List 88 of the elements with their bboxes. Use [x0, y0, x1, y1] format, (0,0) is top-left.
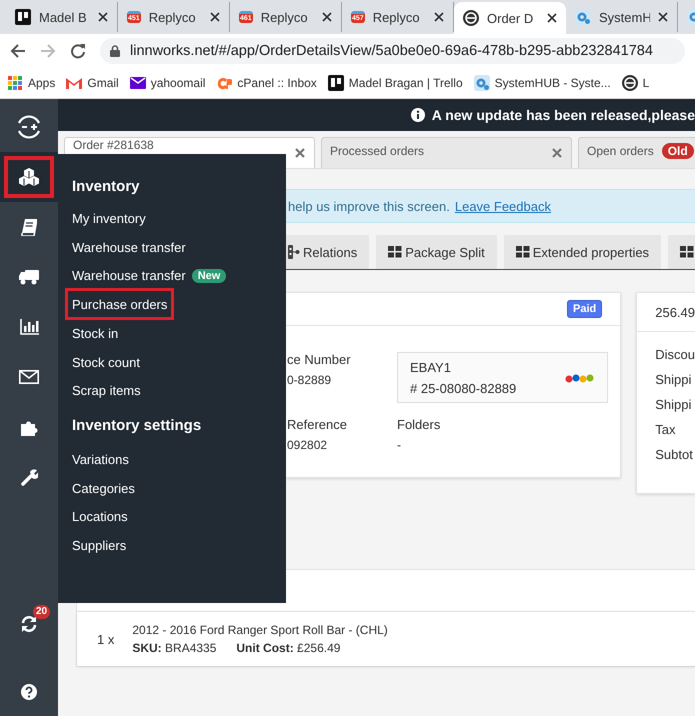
rail-button[interactable]: [0, 152, 58, 202]
field-label: Folders: [397, 417, 442, 432]
update-notice: A new update has been released,please: [432, 107, 695, 123]
grid-icon: [388, 246, 402, 258]
field-label: Reference: [287, 417, 348, 432]
menu-item[interactable]: My inventory: [68, 204, 150, 233]
item-sku: SKU: BRA4335: [132, 641, 216, 655]
grid-icon: [680, 246, 694, 258]
feedback-link[interactable]: Leave Feedback: [454, 198, 551, 214]
info-icon: [410, 108, 425, 122]
envelope-icon[interactable]: [19, 370, 39, 384]
menu-item[interactable]: Suppliers: [68, 531, 130, 560]
menu-heading: Inventory: [72, 177, 140, 197]
menu-item[interactable]: Variations: [68, 445, 133, 474]
puzzle-icon[interactable]: [20, 418, 38, 436]
logo-icon[interactable]: [16, 114, 42, 140]
close-icon[interactable]: [434, 12, 444, 22]
book-icon[interactable]: [21, 218, 37, 236]
total-row-label: Shippi: [655, 397, 692, 412]
wrench-icon[interactable]: [20, 468, 38, 486]
gear-icon: [575, 9, 591, 25]
cubes-icon[interactable]: [18, 168, 40, 186]
menu-item[interactable]: Locations: [68, 502, 132, 532]
new-badge: New: [192, 268, 226, 283]
field-value: 092802: [287, 438, 328, 452]
relations-icon: [288, 245, 300, 259]
lock-icon: [110, 45, 120, 57]
close-icon[interactable]: [658, 12, 668, 22]
field-label: ce Number: [287, 352, 352, 367]
paid-badge: Paid: [567, 300, 602, 318]
bookmark[interactable]: yahoomail: [130, 76, 206, 90]
item-unit-cost: Unit Cost: £256.49: [236, 641, 340, 655]
help-icon[interactable]: [21, 684, 37, 700]
bookmark[interactable]: cPanel :: Inbox: [216, 76, 317, 90]
menu-item[interactable]: Scrap items: [68, 376, 145, 406]
total-row-label: Shippi: [655, 372, 692, 387]
bar-chart-icon[interactable]: [20, 319, 38, 335]
status-badge: Old: [662, 143, 694, 159]
mail-icon: [66, 77, 82, 89]
truck-icon[interactable]: [19, 270, 39, 284]
browser-tab[interactable]: Order D: [454, 2, 566, 34]
address-bar[interactable]: linnworks.net/#/app/OrderDetailsView/5a0be0e0-69a6-478b-b295-abb232841784: [100, 38, 685, 64]
close-icon[interactable]: [547, 13, 557, 23]
bookmark[interactable]: SystemHUB - Syste...: [474, 75, 611, 91]
sync-icon[interactable]: [20, 615, 38, 633]
close-icon[interactable]: [210, 12, 220, 22]
order-tab[interactable]: Processed orders: [321, 137, 572, 168]
menu-item[interactable]: Warehouse transfer: [68, 232, 190, 262]
menu-item[interactable]: Stock in: [68, 319, 122, 348]
order-tab[interactable]: Open orders Old: [578, 137, 695, 168]
circle-logo-icon: [622, 75, 638, 91]
count-badge: 20: [33, 605, 50, 619]
board-icon: [328, 75, 344, 91]
bookmark[interactable]: Gmail: [66, 76, 119, 90]
rail-button[interactable]: 20: [6, 603, 52, 645]
menu-item[interactable]: Categories: [68, 474, 139, 502]
detail-tab[interactable]: [668, 235, 695, 269]
bookmark[interactable]: Apps: [8, 76, 56, 90]
menu-item[interactable]: Purchase orders: [68, 291, 172, 318]
back-arrow-icon[interactable]: [10, 43, 26, 59]
grid-icon: [516, 246, 530, 258]
total-row-label: Subtot: [655, 447, 694, 462]
channel-name: EBAY1: [410, 360, 452, 374]
menu-item[interactable]: Warehouse transfer New: [68, 261, 230, 290]
menu-item[interactable]: Stock count: [68, 348, 144, 376]
apps-grid-icon: [8, 76, 23, 90]
total-row-label: Tax: [655, 422, 676, 437]
bookmark[interactable]: Madel Bragan | Trello: [328, 75, 463, 91]
field-value: 0-82889: [287, 373, 332, 387]
envelope-icon: [130, 77, 146, 89]
detail-tab[interactable]: Package Split: [376, 235, 497, 269]
channel-number: # 25-08080-82889: [410, 380, 518, 396]
total-row-label: Discou: [655, 347, 695, 362]
menu-heading: Inventory settings: [72, 416, 202, 436]
reload-icon[interactable]: [70, 43, 86, 59]
browser-tab[interactable]: Madel B: [6, 2, 118, 32]
feedback-text: help us improve this screen.: [288, 198, 450, 214]
field-value: -: [397, 438, 402, 452]
circle-logo-icon: [463, 10, 479, 26]
board-icon: [15, 9, 31, 25]
bookmark[interactable]: L: [622, 75, 650, 91]
total-amount: 256.49: [655, 304, 695, 320]
close-icon[interactable]: [98, 12, 108, 22]
detail-tab[interactable]: Extended properties: [504, 235, 662, 269]
item-title: 2012 - 2016 Ford Ranger Sport Roll Bar - (CHL): [132, 623, 388, 637]
item-quantity: 1 x: [97, 632, 114, 646]
close-icon[interactable]: [322, 12, 332, 22]
gear-icon: [474, 75, 490, 91]
